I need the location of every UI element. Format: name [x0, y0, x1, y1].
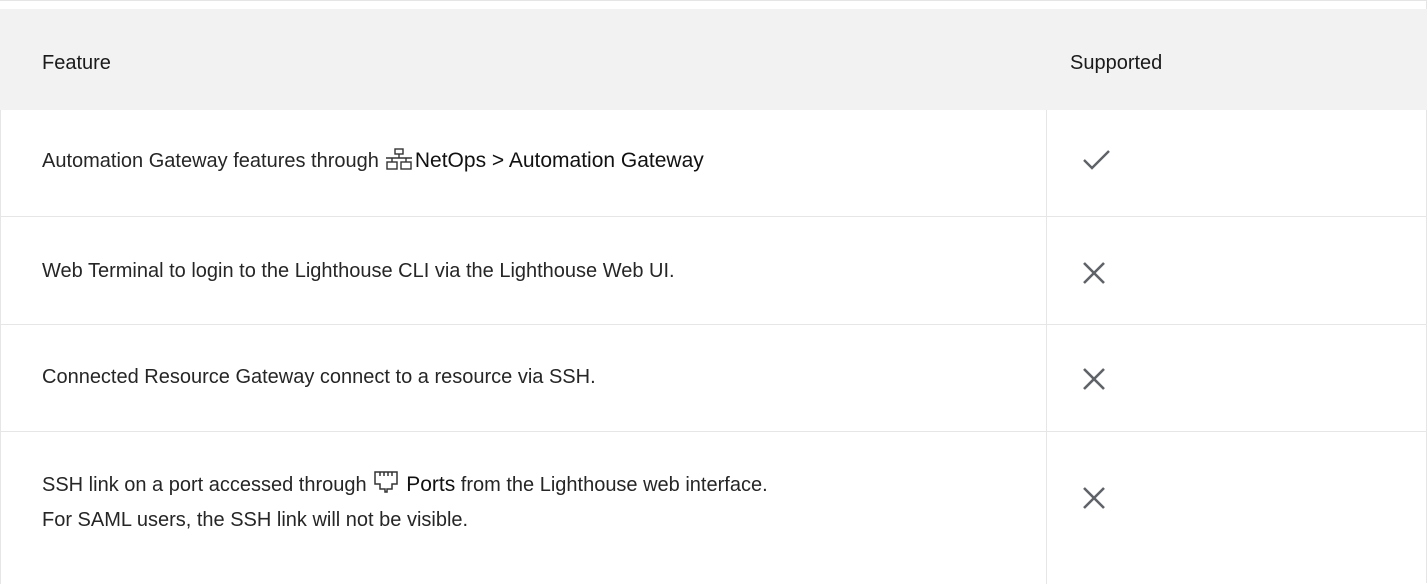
menu-path: Ports	[406, 473, 456, 496]
network-icon	[385, 148, 413, 180]
feature-cell: Automation Gateway features through NetOp…	[42, 145, 704, 180]
table-row: Automation Gateway features through NetOp…	[0, 110, 1427, 217]
column-divider	[1046, 325, 1047, 431]
column-divider	[1046, 110, 1047, 216]
check-icon	[1082, 148, 1112, 177]
feature-line-2: For SAML users, the SSH link will not be…	[42, 509, 469, 531]
cross-icon	[1082, 367, 1106, 396]
header-supported: Supported	[1070, 52, 1163, 74]
table-row: Connected Resource Gateway connect to a …	[0, 325, 1427, 432]
feature-text: SSH link on a port accessed through	[42, 474, 367, 496]
row-border	[0, 110, 1, 216]
table-header-row: Feature Supported	[0, 9, 1427, 110]
cross-icon	[1082, 261, 1106, 290]
table-row: SSH link on a port accessed through Port…	[0, 432, 1427, 584]
cross-icon	[1082, 486, 1106, 515]
table-row: Web Terminal to login to the Lighthouse …	[0, 217, 1427, 325]
column-divider	[1046, 432, 1047, 584]
row-border	[0, 432, 1, 584]
feature-text-after: from the Lighthouse web interface.	[460, 474, 768, 496]
feature-cell: Web Terminal to login to the Lighthouse …	[42, 260, 675, 282]
ethernet-port-icon	[373, 470, 399, 504]
feature-text: Automation Gateway features through	[42, 150, 379, 172]
feature-line-1: SSH link on a port accessed through Port…	[42, 469, 768, 504]
row-border	[0, 325, 1, 431]
feature-support-table: Feature Supported Automation Gateway fea…	[0, 0, 1427, 584]
feature-cell: SSH link on a port accessed through Port…	[42, 469, 768, 536]
feature-cell: Connected Resource Gateway connect to a …	[42, 366, 596, 388]
header-feature: Feature	[42, 52, 111, 74]
column-divider	[1046, 217, 1047, 324]
menu-path: NetOps > Automation Gateway	[414, 149, 704, 172]
row-border	[0, 217, 1, 324]
